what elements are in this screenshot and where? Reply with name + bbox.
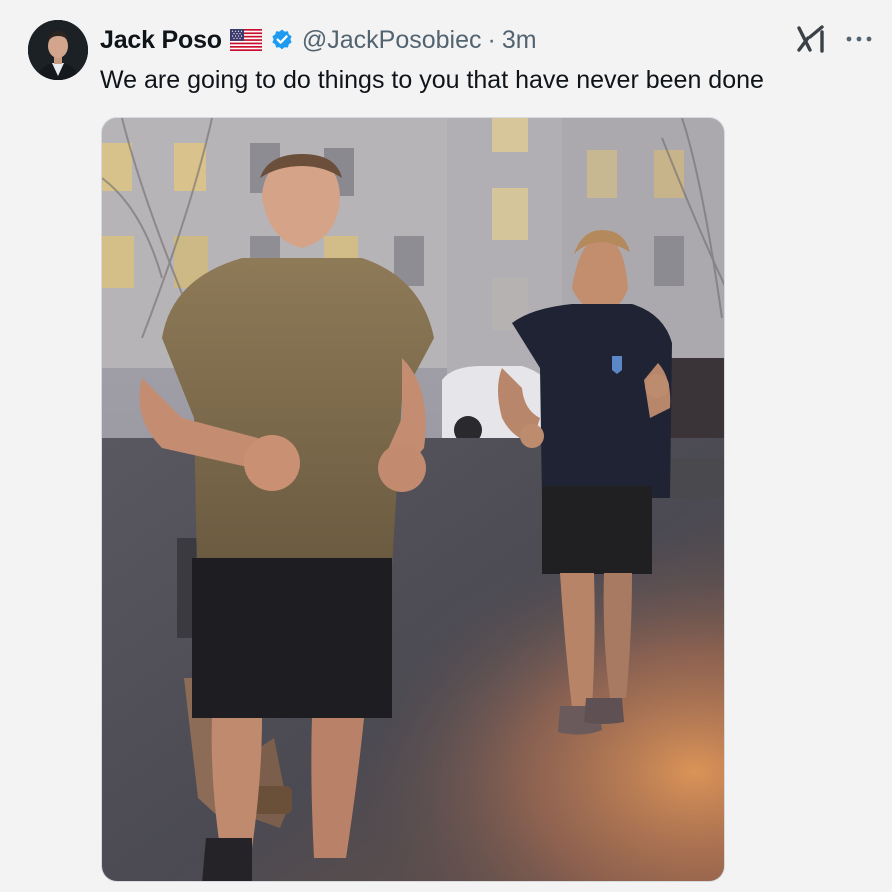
tweet-text: We are going to do things to you that ha… <box>100 66 764 94</box>
separator-dot: · <box>487 25 496 54</box>
running-men-photo <box>102 118 724 881</box>
verified-badge-icon[interactable] <box>270 28 294 52</box>
display-name[interactable]: Jack Poso <box>100 26 222 55</box>
grok-icon[interactable] <box>796 24 828 54</box>
timestamp[interactable]: 3m <box>502 26 537 55</box>
tweet: Jack Poso @JackPosobiec · 3m We are goin… <box>0 0 892 892</box>
avatar-image <box>28 20 88 80</box>
tweet-header: Jack Poso @JackPosobiec · 3m <box>100 22 537 58</box>
more-icon[interactable] <box>844 28 874 50</box>
handle[interactable]: @JackPosobiec <box>302 26 482 55</box>
us-flag-icon <box>229 28 263 52</box>
tweet-photo[interactable] <box>101 117 725 882</box>
avatar[interactable] <box>28 20 88 80</box>
